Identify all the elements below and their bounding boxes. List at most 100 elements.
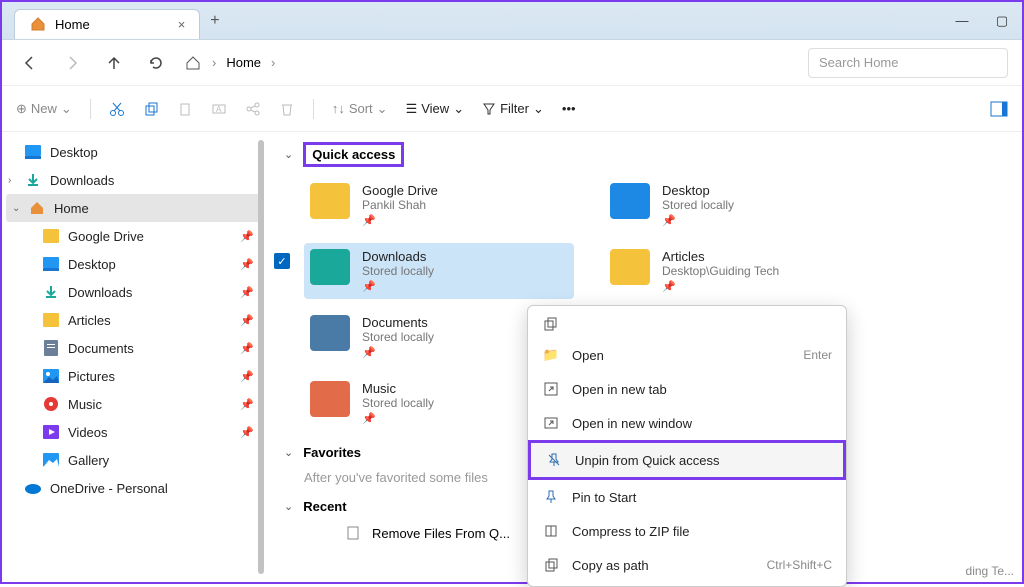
copy-button[interactable] (143, 101, 159, 117)
chevron-down-icon[interactable]: ⌄ (284, 148, 293, 161)
folder-icon (610, 183, 650, 219)
item-sub: Stored locally (362, 330, 434, 344)
quick-item-desktop[interactable]: DesktopStored locally📌 (604, 177, 874, 233)
separator (313, 99, 314, 119)
up-button[interactable] (100, 49, 128, 77)
folder-icon (42, 227, 60, 245)
sort-button[interactable]: ↑↓ Sort ⌄ (332, 101, 388, 117)
refresh-button[interactable] (142, 49, 170, 77)
context-copy-path[interactable]: Copy as pathCtrl+Shift+C (528, 548, 846, 582)
file-icon (344, 524, 362, 542)
new-tab-button[interactable]: + (210, 12, 219, 30)
breadcrumb-home[interactable]: Home (226, 55, 261, 70)
toolbar: ⊕ New ⌄ A ↑↓ Sort ⌄ ☰ View ⌄ Filter ⌄ ••… (2, 86, 1022, 132)
folder-icon (310, 249, 350, 285)
pin-icon: 📌 (362, 412, 434, 425)
item-name: Documents (362, 315, 434, 330)
context-menu: 📁OpenEnter Open in new tab Open in new w… (527, 305, 847, 587)
folder-icon (24, 171, 42, 189)
pin-icon: 📌 (362, 346, 434, 359)
recent-header[interactable]: Recent (303, 499, 346, 514)
pin-icon: 📌 (662, 214, 734, 227)
sidebar-label: Videos (68, 425, 108, 440)
folder-icon (28, 199, 46, 217)
share-button (245, 101, 261, 117)
sidebar-label: Documents (68, 341, 134, 356)
back-button[interactable] (16, 49, 44, 77)
sidebar-item-gallery[interactable]: Gallery (2, 446, 264, 474)
sidebar-item-documents[interactable]: Documents📌 (2, 334, 264, 362)
sidebar-item-onedrive---personal[interactable]: OneDrive - Personal (2, 474, 264, 502)
context-compress[interactable]: Compress to ZIP file (528, 514, 846, 548)
minimize-button[interactable]: — (942, 13, 982, 29)
navbar: › Home › Search Home (2, 40, 1022, 86)
sidebar-item-videos[interactable]: Videos📌 (2, 418, 264, 446)
sidebar-item-articles[interactable]: Articles📌 (2, 306, 264, 334)
context-unpin[interactable]: Unpin from Quick access (528, 440, 846, 480)
maximize-button[interactable]: ▢ (982, 13, 1022, 29)
sidebar-item-home[interactable]: ⌄ Home (6, 194, 260, 222)
sidebar-item-music[interactable]: Music📌 (2, 390, 264, 418)
sidebar-label: Gallery (68, 453, 109, 468)
sidebar-item-desktop[interactable]: Desktop 📌 (2, 250, 264, 278)
cut-button[interactable] (109, 101, 125, 117)
scrollbar[interactable] (258, 140, 264, 574)
item-sub: Pankil Shah (362, 198, 438, 212)
forward-button[interactable] (58, 49, 86, 77)
open-window-icon (542, 414, 560, 432)
item-name: Google Drive (362, 183, 438, 198)
context-copy-icon[interactable] (528, 310, 846, 338)
sidebar-label: Home (54, 201, 89, 216)
item-sub: Stored locally (362, 264, 434, 278)
folder-icon: 📁 (542, 346, 560, 364)
pin-icon: 📌 (240, 258, 254, 271)
expand-icon[interactable]: › (8, 175, 11, 186)
quick-item-downloads[interactable]: ✓DownloadsStored locally📌 (304, 243, 574, 299)
more-button[interactable]: ••• (562, 101, 576, 116)
tab-home[interactable]: Home × (14, 9, 200, 39)
item-name: Downloads (362, 249, 434, 264)
context-open[interactable]: 📁OpenEnter (528, 338, 846, 372)
favorites-header[interactable]: Favorites (303, 445, 361, 460)
context-open-tab[interactable]: Open in new tab (528, 372, 846, 406)
folder-icon (310, 315, 350, 351)
context-pin-start[interactable]: Pin to Start (528, 480, 846, 514)
address-bar[interactable]: › Home › (184, 54, 794, 72)
item-name: Desktop (662, 183, 734, 198)
sidebar-item-downloads[interactable]: Downloads📌 (2, 278, 264, 306)
recent-item[interactable]: Remove Files From Q... (372, 526, 510, 541)
filter-button[interactable]: Filter ⌄ (482, 101, 544, 117)
pin-icon: 📌 (240, 314, 254, 327)
view-button[interactable]: ☰ View ⌄ (406, 101, 465, 117)
item-sub: Stored locally (362, 396, 434, 410)
new-button[interactable]: ⊕ New ⌄ (16, 101, 72, 117)
folder-icon (42, 395, 60, 413)
separator (90, 99, 91, 119)
folder-icon (42, 339, 60, 357)
quick-access-header[interactable]: Quick access (303, 142, 404, 167)
sidebar-item-pictures[interactable]: Pictures📌 (2, 362, 264, 390)
chevron-right-icon[interactable]: › (271, 55, 275, 70)
sidebar-item-google-drive[interactable]: Google Drive📌 (2, 222, 264, 250)
search-input[interactable]: Search Home (808, 48, 1008, 78)
chevron-down-icon[interactable]: ⌄ (284, 500, 293, 513)
delete-button (279, 101, 295, 117)
zip-icon (542, 522, 560, 540)
folder-icon (610, 249, 650, 285)
expand-icon[interactable]: ⌄ (12, 203, 20, 214)
quick-item-google-drive[interactable]: Google DrivePankil Shah📌 (304, 177, 574, 233)
folder-icon (42, 255, 60, 273)
sidebar-label: OneDrive - Personal (50, 481, 168, 496)
context-open-window[interactable]: Open in new window (528, 406, 846, 440)
quick-item-articles[interactable]: ArticlesDesktop\Guiding Tech📌 (604, 243, 874, 299)
sidebar-item-desktop[interactable]: Desktop (2, 138, 264, 166)
folder-icon (42, 283, 60, 301)
tab-close-button[interactable]: × (178, 17, 186, 32)
sidebar-label: Desktop (68, 257, 116, 272)
chevron-down-icon[interactable]: ⌄ (284, 446, 293, 459)
sidebar-item-downloads[interactable]: ›Downloads (2, 166, 264, 194)
checkbox-icon[interactable]: ✓ (274, 253, 290, 269)
rename-button: A (211, 101, 227, 117)
folder-icon (42, 451, 60, 469)
details-pane-button[interactable] (990, 101, 1008, 117)
